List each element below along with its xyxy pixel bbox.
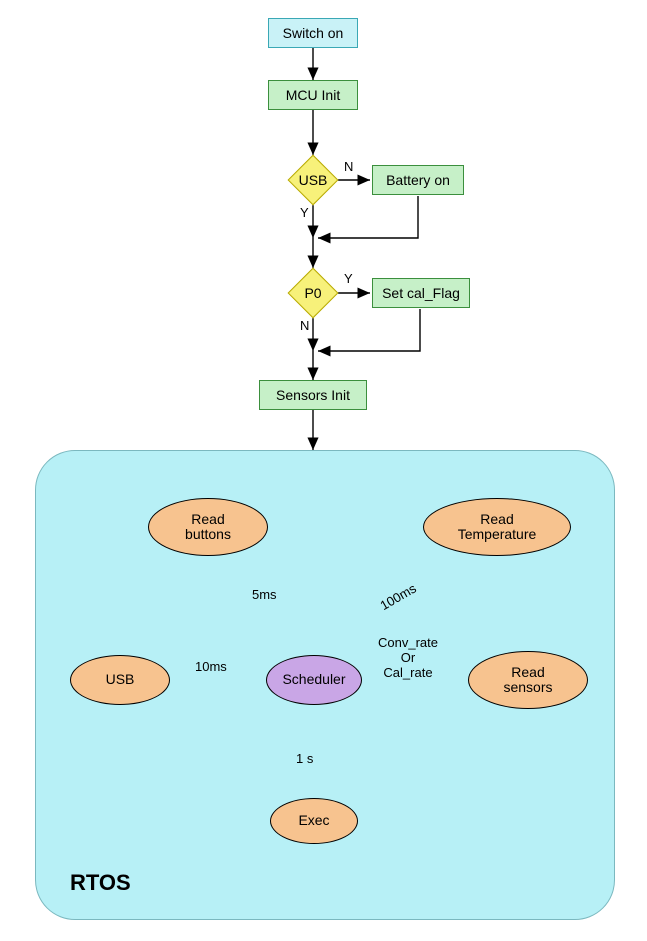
node-read-buttons: Read buttons (148, 498, 268, 556)
node-scheduler: Scheduler (266, 655, 362, 705)
timing-buttons: 5ms (252, 588, 277, 603)
rtos-title: RTOS (70, 870, 131, 896)
flowchart-canvas: Switch on MCU Init USB N Y Battery on P0… (0, 0, 647, 941)
branch-usb-no: N (344, 159, 353, 174)
timing-usb: 10ms (195, 660, 227, 675)
branch-p0-yes: Y (344, 271, 353, 286)
branch-usb-yes: Y (300, 205, 309, 220)
node-read-sensors: Read sensors (468, 651, 588, 709)
timing-exec: 1 s (296, 752, 313, 767)
node-exec: Exec (270, 798, 358, 844)
node-sensors-init: Sensors Init (259, 380, 367, 410)
node-usb-task: USB (70, 655, 170, 705)
timing-sensors: Conv_rate Or Cal_rate (378, 636, 438, 681)
decision-p0 (288, 268, 339, 319)
node-set-cal-flag: Set cal_Flag (372, 278, 470, 308)
node-read-temperature: Read Temperature (423, 498, 571, 556)
branch-p0-no: N (300, 318, 309, 333)
node-switch-on: Switch on (268, 18, 358, 48)
decision-usb (288, 155, 339, 206)
node-mcu-init: MCU Init (268, 80, 358, 110)
node-battery-on: Battery on (372, 165, 464, 195)
